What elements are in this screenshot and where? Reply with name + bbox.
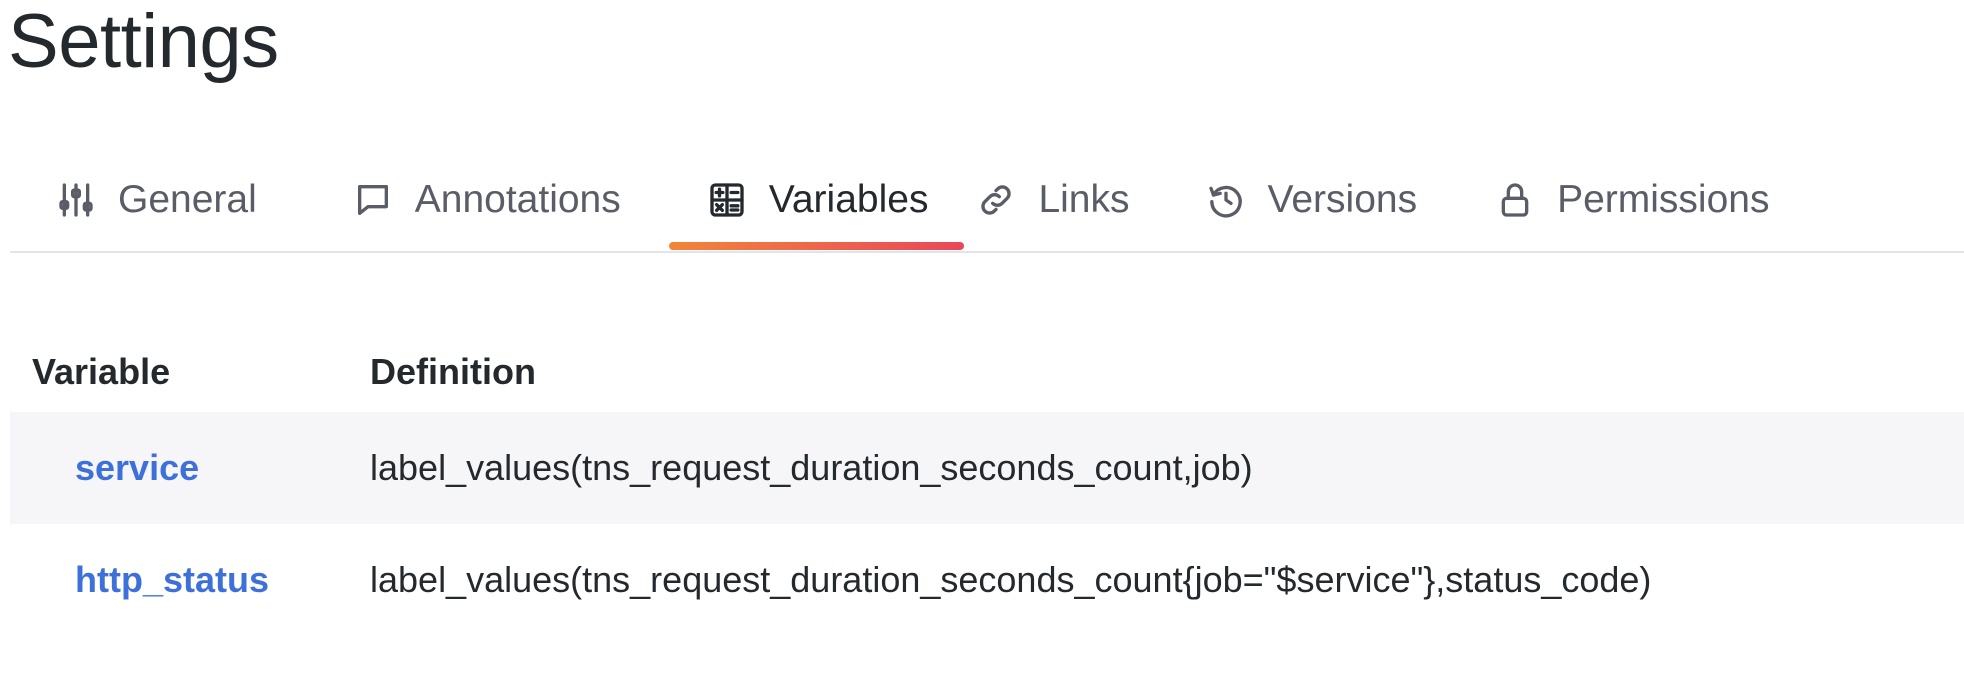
active-tab-indicator — [668, 242, 965, 250]
tab-general[interactable]: General — [54, 160, 257, 240]
tab-label: Variables — [768, 178, 929, 221]
tab-label: Links — [1038, 178, 1130, 221]
column-header-definition: Definition — [370, 351, 536, 392]
lock-icon — [1493, 178, 1537, 222]
table-row[interactable]: service label_values(tns_request_duratio… — [10, 412, 1964, 524]
comment-icon — [351, 178, 395, 222]
variable-link-http-status[interactable]: http_status — [75, 559, 269, 600]
variable-link-service[interactable]: service — [75, 447, 199, 488]
tab-variables[interactable]: Variables — [668, 160, 965, 250]
definition-cell: label_values(tns_request_duration_second… — [370, 447, 1253, 488]
page-title: Settings — [8, 0, 279, 84]
table-header: Variable Definition — [10, 332, 1964, 412]
tab-label: General — [118, 178, 257, 221]
table-row[interactable]: http_status label_values(tns_request_dur… — [10, 524, 1964, 636]
sliders-icon — [54, 178, 98, 222]
calculator-icon — [705, 178, 749, 222]
tab-permissions[interactable]: Permissions — [1493, 160, 1769, 240]
tab-versions[interactable]: Versions — [1204, 160, 1418, 240]
tab-links[interactable]: Links — [974, 160, 1130, 240]
column-header-variable: Variable — [32, 351, 171, 392]
tab-label: Annotations — [414, 178, 621, 221]
variable-cell: service — [10, 447, 370, 489]
definition-cell: label_values(tns_request_duration_second… — [370, 559, 1652, 600]
variables-table: Variable Definition service label_values… — [10, 332, 1964, 636]
link-icon — [974, 178, 1018, 222]
tab-label: Permissions — [1557, 178, 1770, 221]
tabs-divider — [10, 251, 1964, 253]
variable-cell: http_status — [10, 559, 370, 601]
tab-label: Versions — [1267, 178, 1418, 221]
settings-tabs: General Annotations Variables Links Vers… — [10, 160, 1964, 252]
history-icon — [1204, 178, 1248, 222]
tab-annotations[interactable]: Annotations — [351, 160, 621, 240]
